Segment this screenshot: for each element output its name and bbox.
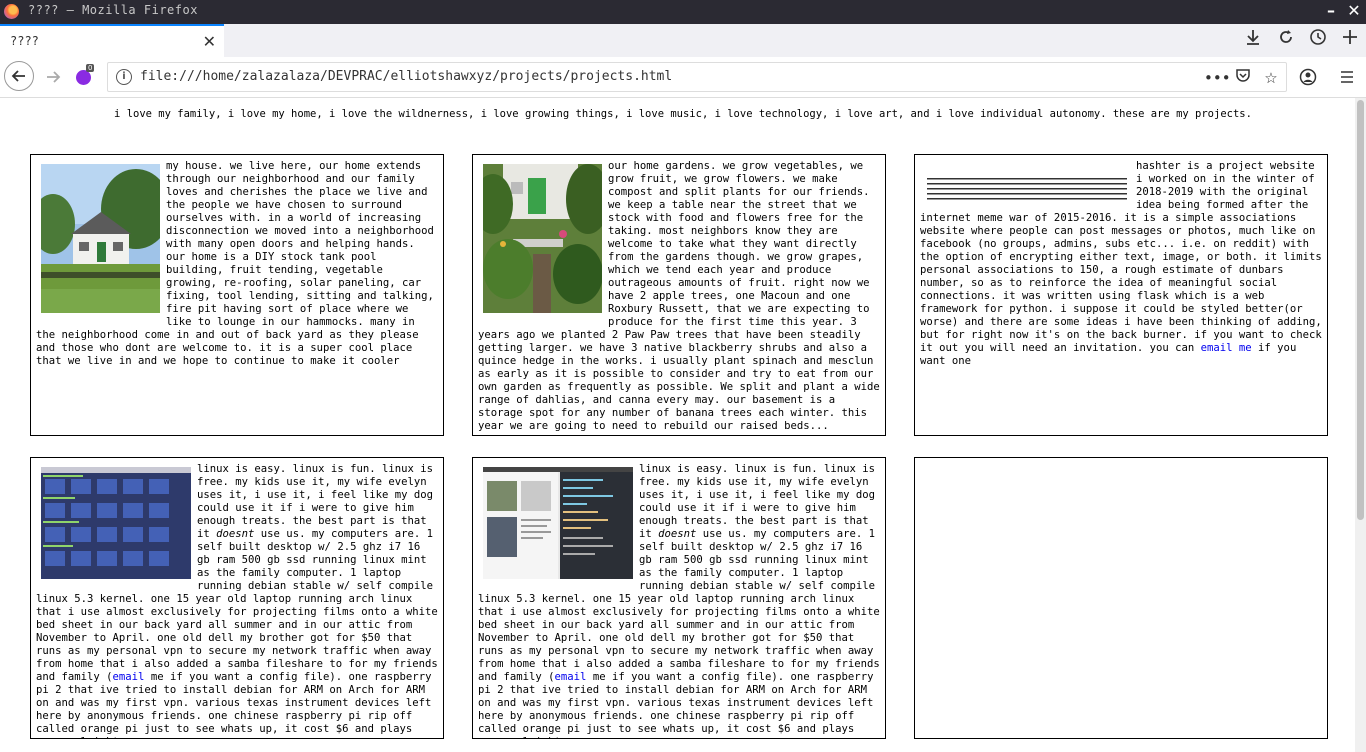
linux-desktop-screenshot	[41, 467, 191, 579]
new-tab-icon[interactable]	[1338, 28, 1362, 52]
house-photo	[41, 164, 160, 313]
linux-1-email-link[interactable]: email	[113, 671, 145, 683]
extension-icon[interactable]: 0	[76, 64, 95, 85]
minimize-icon[interactable]: –	[1322, 2, 1340, 20]
download-icon[interactable]	[1241, 28, 1265, 52]
firefox-logo-icon	[4, 4, 19, 19]
intro-text: i love my family, i love my home, i love…	[114, 108, 1252, 120]
page-content: i love my family, i love my home, i love…	[0, 98, 1355, 752]
close-window-icon[interactable]: ✕	[1345, 2, 1363, 20]
project-card-linux-1: linux is easy. linux is fun. linux is fr…	[30, 457, 444, 739]
window-title: ???? — Mozilla Firefox	[28, 3, 198, 17]
tab-strip: ???? ✕	[0, 24, 1366, 58]
info-icon[interactable]: i	[116, 69, 132, 85]
url-bar[interactable]: i file:///home/zalazalaza/DEVPRAC/elliot…	[107, 62, 1287, 92]
linux-workspace-screenshot	[483, 467, 633, 579]
garden-photo	[483, 164, 602, 313]
scrollbar-thumb[interactable]	[1357, 100, 1364, 520]
navigation-bar: 0 i file:///home/zalazalaza/DEVPRAC/elli…	[0, 57, 1366, 98]
account-icon[interactable]	[1293, 62, 1323, 92]
linux-2-email-link[interactable]: email	[555, 671, 587, 683]
back-icon[interactable]	[4, 61, 34, 91]
project-card-gardens: our home gardens. we grow vegetables, we…	[472, 154, 886, 436]
page-scrollbar[interactable]	[1355, 98, 1366, 752]
project-card-house: my house. we live here, our home extends…	[30, 154, 444, 436]
forward-icon[interactable]	[38, 62, 68, 92]
tab-active[interactable]: ???? ✕	[0, 24, 224, 57]
linux-2-emphasis: doesnt	[658, 528, 697, 540]
pocket-icon[interactable]	[1232, 67, 1254, 89]
project-card-hashter: hashter is a project website i worked on…	[914, 154, 1328, 436]
linux-1-emphasis: doesnt	[216, 528, 255, 540]
hashter-ascii-logo	[927, 178, 1127, 200]
url-text[interactable]: file:///home/zalazalaza/DEVPRAC/elliotsh…	[140, 69, 672, 84]
project-card-empty	[914, 457, 1328, 739]
project-card-linux-2: linux is easy. linux is fun. linux is fr…	[472, 457, 886, 739]
title-bar: ???? — Mozilla Firefox – ✕	[0, 0, 1366, 24]
history-icon[interactable]	[1306, 28, 1330, 52]
reload-icon[interactable]	[1274, 28, 1298, 52]
more-icon[interactable]: •••	[1204, 67, 1231, 89]
extension-badge: 0	[86, 64, 95, 72]
bookmark-star-icon[interactable]: ☆	[1260, 67, 1282, 89]
tab-close-icon[interactable]: ✕	[203, 32, 216, 51]
menu-icon[interactable]	[1332, 62, 1362, 92]
email-me-link[interactable]: email me	[1201, 342, 1252, 354]
tab-title: ????	[10, 34, 39, 48]
